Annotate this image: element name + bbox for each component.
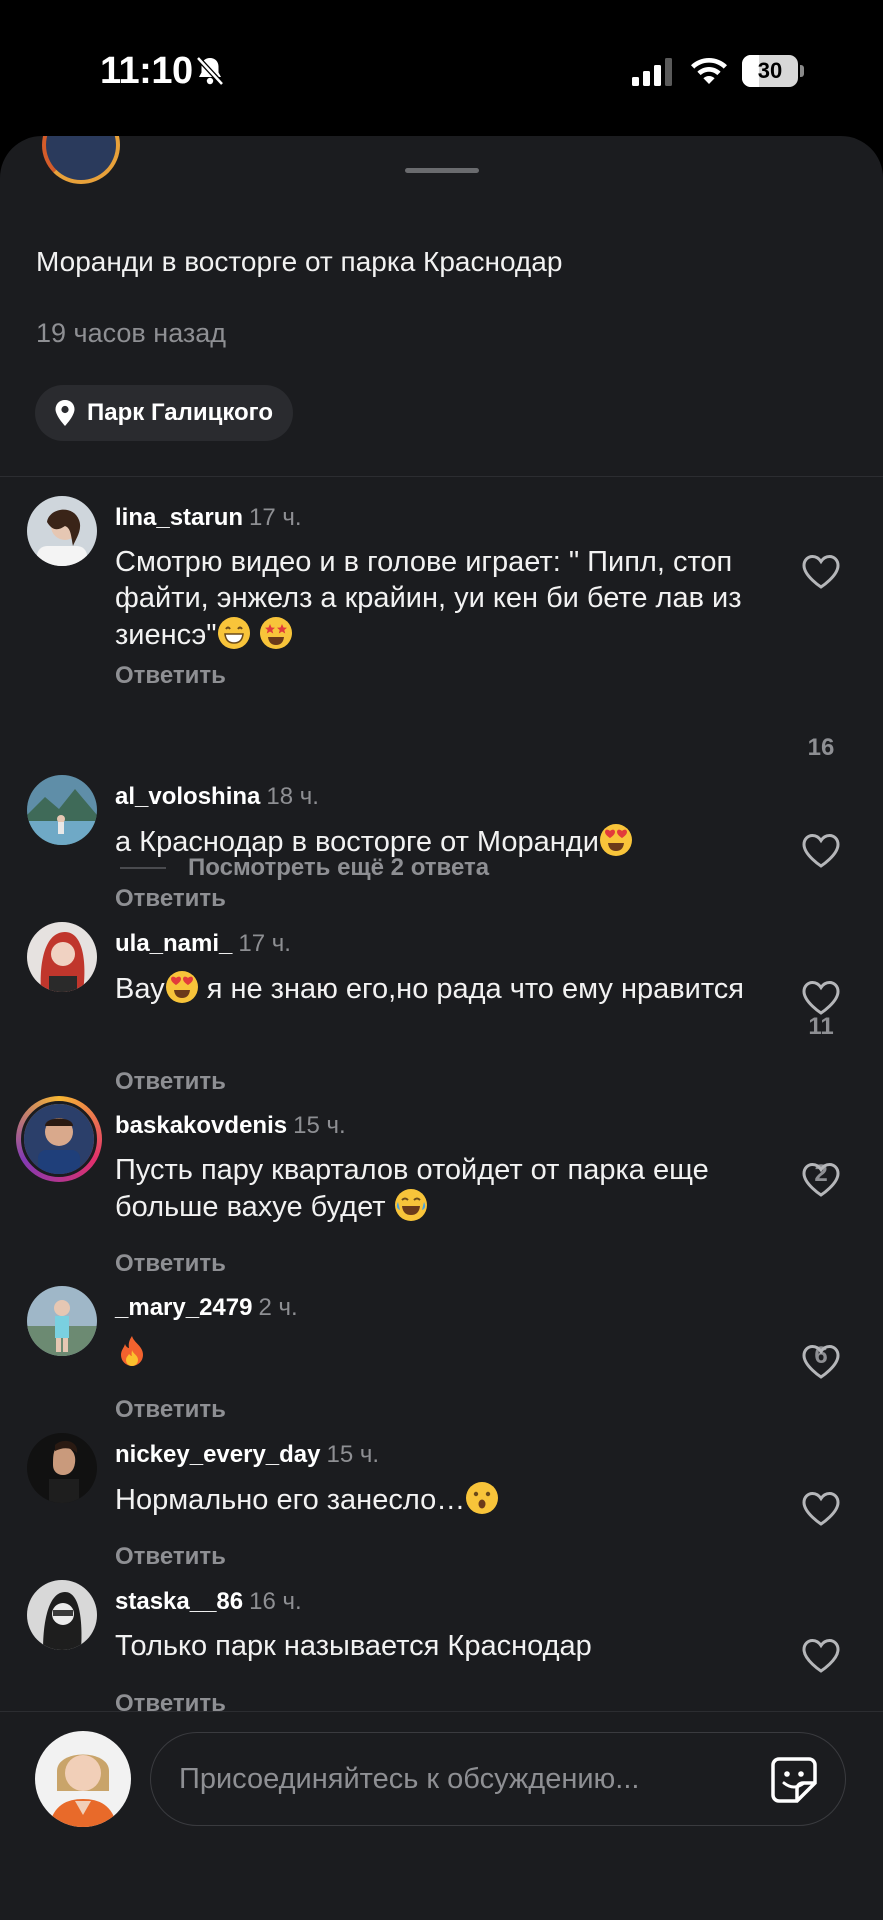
sheet-grabber[interactable] bbox=[405, 168, 479, 173]
post-author-avatar[interactable] bbox=[42, 136, 120, 184]
comment-text: Нормально его занесло… bbox=[115, 1481, 755, 1518]
avatar[interactable] bbox=[27, 922, 97, 992]
location-label: Парк Галицкого bbox=[87, 399, 274, 426]
signal-icon bbox=[632, 58, 672, 86]
post-time: 19 часов назад bbox=[36, 318, 227, 348]
avatar[interactable] bbox=[27, 496, 97, 566]
comment-username[interactable]: staska__86 bbox=[115, 1588, 243, 1615]
comment-time: 17 ч. bbox=[238, 930, 291, 957]
location-pin-icon bbox=[55, 400, 75, 426]
heart-icon[interactable] bbox=[801, 833, 841, 869]
battery-indicator: 30 bbox=[742, 55, 804, 87]
reply-button[interactable]: Ответить bbox=[115, 662, 226, 690]
current-user-avatar[interactable] bbox=[35, 1731, 131, 1827]
comment-text: Только парк называется Краснодар bbox=[115, 1630, 592, 1662]
heart-icon[interactable] bbox=[801, 554, 841, 590]
comment-input[interactable] bbox=[179, 1733, 739, 1825]
comment-time: 16 ч. bbox=[249, 1588, 302, 1615]
comment-username[interactable]: lina_starun bbox=[115, 504, 243, 531]
wifi-icon bbox=[691, 58, 727, 84]
heart-icon[interactable] bbox=[801, 1162, 841, 1198]
heart-eyes-emoji-icon bbox=[599, 824, 632, 856]
heart-icon[interactable] bbox=[801, 980, 841, 1016]
heart-icon[interactable] bbox=[801, 1638, 841, 1674]
fire-emoji-icon bbox=[121, 1336, 143, 1366]
comment-text: а Краснодар в восторге от Моранди bbox=[115, 823, 755, 860]
comment-time: 15 ч. bbox=[293, 1112, 346, 1139]
heart-icon[interactable] bbox=[801, 1491, 841, 1527]
bell-slash-icon bbox=[196, 56, 224, 86]
hushed-emoji-icon bbox=[466, 1482, 499, 1514]
joy-emoji-icon bbox=[394, 1189, 427, 1221]
comment-text: Пусть пару кварталов отойдет от парка ещ… bbox=[115, 1154, 709, 1223]
avatar[interactable] bbox=[27, 1580, 97, 1650]
reply-button[interactable]: Ответить bbox=[115, 885, 226, 913]
avatar[interactable] bbox=[27, 1286, 97, 1356]
comment-composer bbox=[0, 1711, 883, 1920]
avatar[interactable] bbox=[27, 1433, 97, 1503]
comment-username[interactable]: baskakovdenis bbox=[115, 1112, 287, 1139]
reply-button[interactable]: Ответить bbox=[115, 1068, 226, 1096]
comment-username[interactable]: _mary_2479 bbox=[115, 1294, 252, 1321]
clock: 11:10 bbox=[100, 50, 193, 92]
grin-emoji-icon bbox=[217, 617, 250, 649]
heart-eyes-emoji-icon bbox=[165, 971, 198, 1003]
comment-username[interactable]: al_voloshina bbox=[115, 783, 260, 810]
comment-time: 18 ч. bbox=[266, 783, 319, 810]
comment-username[interactable]: nickey_every_day bbox=[115, 1441, 321, 1468]
status-bar: 11:10 30 bbox=[0, 0, 883, 135]
divider bbox=[0, 476, 883, 477]
comment-time: 17 ч. bbox=[249, 504, 302, 531]
avatar[interactable] bbox=[27, 775, 97, 845]
comments-sheet: Моранди в восторге от парка Краснодар 19… bbox=[0, 136, 883, 1920]
post-caption: Моранди в восторге от парка Краснодар bbox=[36, 246, 563, 277]
comment-text: Смотрю видео и в голове играет: " Пипл, … bbox=[115, 546, 742, 651]
comment-time: 15 ч. bbox=[326, 1441, 380, 1468]
comment-username[interactable]: ula_nami_ bbox=[115, 930, 232, 957]
like-count: 16 bbox=[807, 734, 835, 761]
reply-button[interactable]: Ответить bbox=[115, 1543, 226, 1571]
comment-text bbox=[115, 1334, 755, 1371]
comment-input-wrapper bbox=[150, 1732, 846, 1826]
sticker-icon[interactable] bbox=[769, 1755, 819, 1805]
reply-button[interactable]: Ответить bbox=[115, 1250, 226, 1278]
like-count: 11 bbox=[808, 1013, 834, 1040]
comment-text: Вау я не знаю его,но рада что ему нравит… bbox=[115, 970, 755, 1007]
star-struck-emoji-icon bbox=[259, 617, 292, 649]
location-chip[interactable]: Парк Галицкого bbox=[35, 385, 294, 441]
heart-icon[interactable] bbox=[801, 1344, 841, 1380]
comment-time: 2 ч. bbox=[258, 1294, 298, 1321]
avatar-with-story[interactable] bbox=[16, 1096, 102, 1182]
reply-button[interactable]: Ответить bbox=[115, 1396, 226, 1424]
